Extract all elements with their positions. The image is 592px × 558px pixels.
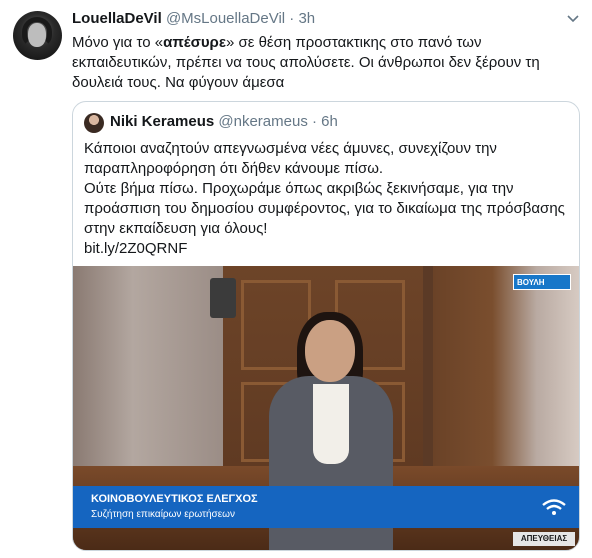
tweet-text-before: Μόνο για το « [72, 34, 164, 51]
tweet-text-bold: απέσυρε [163, 34, 226, 51]
tweet-time[interactable]: 3h [298, 10, 315, 27]
author-name[interactable]: LouellaDeVil [72, 10, 162, 27]
quoted-author-avatar[interactable] [84, 113, 104, 133]
chevron-down-icon[interactable] [566, 12, 580, 26]
channel-logo-text: ΒΟΥΛΗ [517, 277, 545, 287]
quoted-tweet[interactable]: Niki Kerameus @nkerameus · 6h Κάποιοι αν… [72, 101, 580, 551]
quoted-header: Niki Kerameus @nkerameus · 6h [110, 113, 338, 130]
author-handle[interactable]: @MsLouellaDeVil [166, 10, 285, 27]
avatar-face [28, 23, 46, 47]
tweet-header: LouellaDeVil @MsLouellaDeVil · 3h [72, 10, 315, 27]
quoted-tweet-time[interactable]: 6h [321, 113, 338, 130]
lower-third-banner: ΚΟΙΝΟΒΟΥΛΕΥΤΙΚΟΣ ΕΛΕΓΧΟΣ Συζήτηση επικαί… [73, 486, 579, 528]
author-avatar[interactable] [13, 11, 62, 60]
wall-intercom [210, 278, 236, 318]
lower-third-title: ΚΟΙΝΟΒΟΥΛΕΥΤΙΚΟΣ ΕΛΕΓΧΟΣ [91, 493, 258, 505]
video-thumbnail[interactable]: ΒΟΥΛΗ ΚΟΙΝΟΒΟΥΛΕΥΤΙΚΟΣ ΕΛΕΓΧΟΣ Συζήτηση … [73, 266, 579, 550]
quoted-author-name[interactable]: Niki Kerameus [110, 113, 214, 130]
quoted-author-handle[interactable]: @nkerameus [218, 113, 307, 130]
speaker-face [305, 320, 355, 382]
broadcast-wave-icon [542, 499, 566, 515]
tweet-text: Μόνο για το «απέσυρε» σε θέση προστακτικ… [72, 33, 582, 93]
lower-third-subtitle: Συζήτηση επικαίρων ερωτήσεων [91, 509, 235, 520]
quoted-tweet-text: Κάποιοι αναζητούν απεγνωσμένα νέες άμυνε… [84, 140, 565, 257]
separator-dot: · [289, 10, 295, 27]
live-label: ΑΠΕΥΘΕΙΑΣ [513, 532, 575, 546]
channel-logo: ΒΟΥΛΗ [513, 274, 571, 290]
quoted-separator-dot: · [312, 113, 317, 130]
speaker-shirt [313, 384, 349, 464]
